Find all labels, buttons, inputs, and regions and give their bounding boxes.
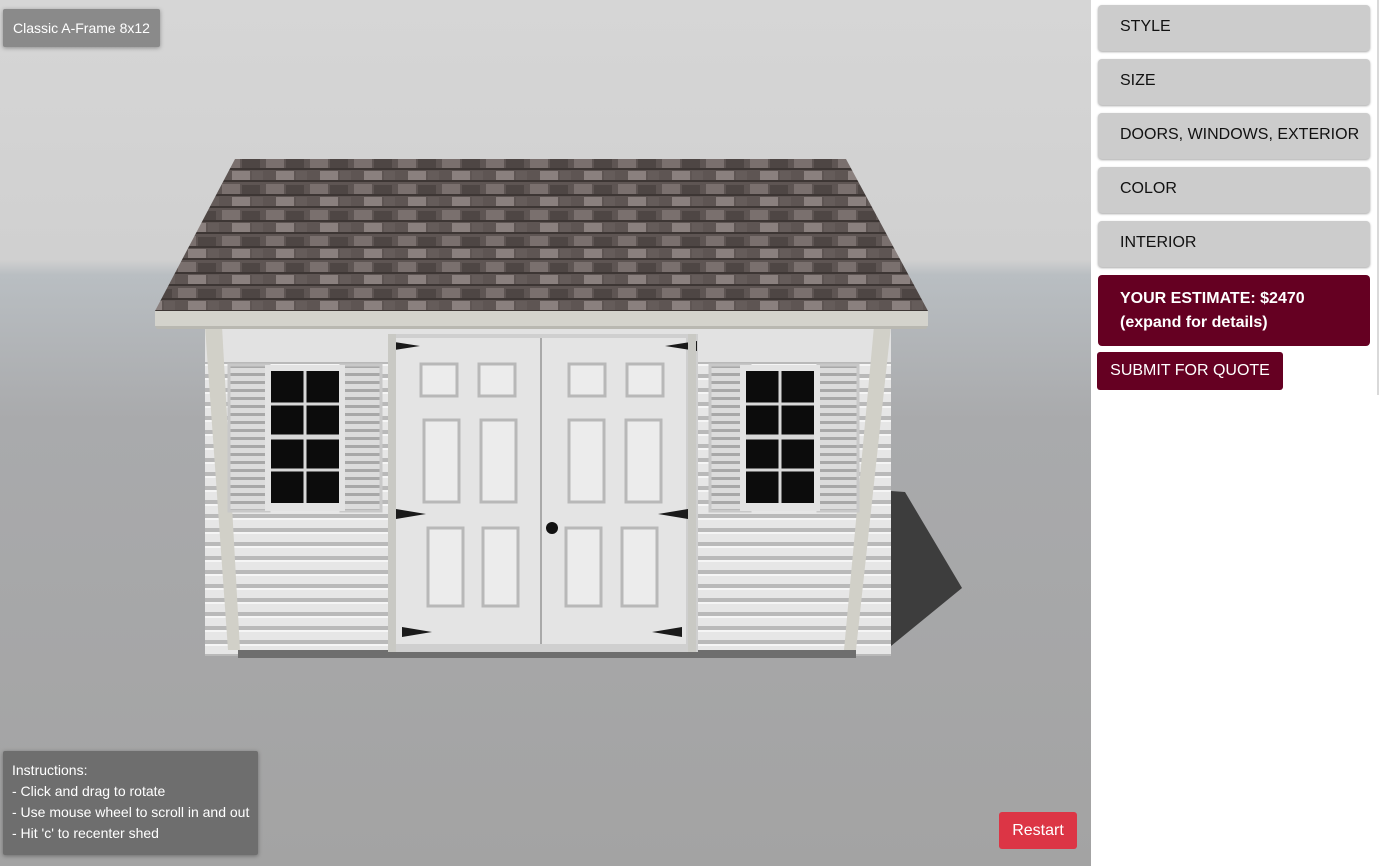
estimate-total: YOUR ESTIMATE: $2470 — [1120, 290, 1305, 307]
estimate-panel[interactable]: YOUR ESTIMATE: $2470 (expand for details… — [1098, 275, 1370, 346]
right-window — [708, 363, 860, 513]
sidebar-scrollbar[interactable] — [1377, 0, 1379, 395]
menu-color[interactable]: COLOR — [1098, 167, 1370, 213]
shed-roof — [155, 159, 928, 311]
3d-viewport[interactable]: Classic A-Frame 8x12 Instructions: - Cli… — [0, 0, 1091, 866]
instruction-rotate: - Click and drag to rotate — [12, 783, 166, 799]
left-window — [227, 363, 383, 513]
instruction-zoom: - Use mouse wheel to scroll in and out — [12, 804, 250, 820]
menu-interior[interactable]: INTERIOR — [1098, 221, 1370, 267]
shed-3d-model[interactable] — [0, 0, 1091, 866]
model-name-badge: Classic A-Frame 8x12 — [3, 9, 160, 47]
instructions-panel: Instructions: - Click and drag to rotate… — [3, 751, 258, 855]
instruction-recenter: - Hit 'c' to recenter shed — [12, 825, 159, 841]
instructions-heading: Instructions: — [12, 762, 88, 778]
estimate-expand-hint: (expand for details) — [1120, 314, 1268, 331]
submit-for-quote-button[interactable]: SUBMIT FOR QUOTE — [1097, 352, 1283, 390]
double-doors — [388, 334, 698, 652]
options-sidebar: STYLE SIZE DOORS, WINDOWS, EXTERIOR COLO… — [1091, 0, 1383, 866]
menu-style[interactable]: STYLE — [1098, 5, 1370, 51]
menu-size[interactable]: SIZE — [1098, 59, 1370, 105]
restart-button[interactable]: Restart — [999, 812, 1077, 849]
menu-doors-windows-exterior[interactable]: DOORS, WINDOWS, EXTERIOR — [1098, 113, 1370, 159]
